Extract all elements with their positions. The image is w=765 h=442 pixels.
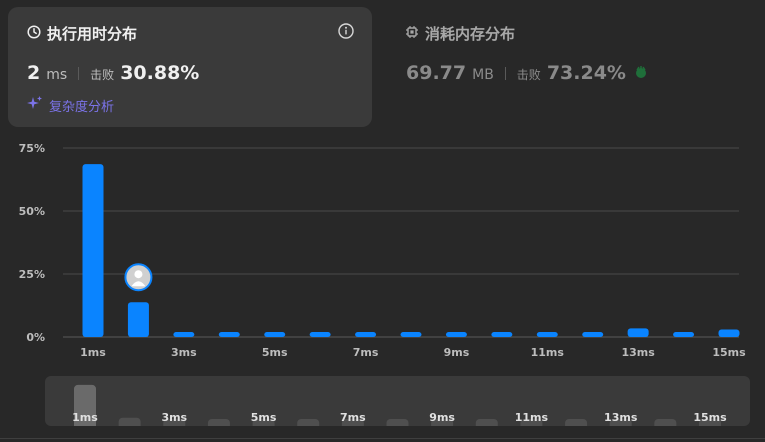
minimap-label: 11ms	[515, 411, 549, 424]
bar	[445, 331, 467, 337]
minimap-svg: 1ms 3ms 5ms 7ms 9ms 11ms 13ms 15ms	[72, 384, 727, 426]
runtime-unit: ms	[46, 67, 68, 83]
memory-unit: MB	[472, 67, 494, 83]
bar	[627, 328, 649, 337]
divider	[0, 438, 765, 439]
minimap-bar	[565, 419, 588, 426]
bar	[264, 331, 286, 337]
chip-icon	[405, 25, 419, 43]
x-tick-label: 3ms	[171, 346, 197, 359]
minimap-bar	[386, 419, 409, 426]
runtime-metric: 2 ms 击败 30.88%	[27, 62, 199, 84]
bar	[82, 164, 104, 337]
x-tick-label: 15ms	[712, 346, 746, 359]
memory-value: 69.77	[406, 62, 467, 84]
minimap-label: 15ms	[693, 411, 727, 424]
runtime-title-text: 执行用时分布	[47, 25, 138, 43]
x-tick-label: 5ms	[262, 346, 288, 359]
minimap-bar	[654, 419, 677, 426]
divider	[504, 66, 506, 80]
x-tick-label: 13ms	[621, 346, 655, 359]
minimap-bar	[475, 419, 498, 426]
bar	[400, 331, 422, 337]
minimap-bar	[207, 419, 230, 426]
clap-icon	[632, 64, 650, 83]
info-icon[interactable]	[338, 23, 354, 39]
clock-icon	[27, 24, 41, 43]
bar	[355, 331, 377, 337]
y-tick-label: 75%	[19, 142, 45, 155]
bar	[491, 331, 513, 337]
y-tick-label: 25%	[19, 268, 45, 281]
minimap-bar	[118, 417, 141, 426]
bar	[536, 331, 558, 337]
minimap-label: 3ms	[161, 411, 187, 424]
runtime-distribution-chart[interactable]: 75% 50% 25% 0% 1ms 3ms 5ms 7ms 9ms 11ms 13ms 15ms	[0, 140, 765, 365]
memory-beat-pct: 73.24%	[546, 62, 626, 84]
avatar-marker	[124, 263, 153, 292]
x-tick-label: 11ms	[531, 346, 565, 359]
bar	[218, 331, 240, 337]
minimap-bar	[297, 419, 320, 426]
avatar-head	[134, 270, 143, 279]
x-tick-label: 9ms	[444, 346, 470, 359]
divider	[78, 66, 80, 80]
x-tick-label: 1ms	[80, 346, 106, 359]
minimap-label: 7ms	[340, 411, 366, 424]
bar	[673, 331, 695, 337]
x-tick-label: 7ms	[353, 346, 379, 359]
runtime-title: 执行用时分布	[27, 23, 137, 44]
memory-metric: 69.77 MB 击败 73.24%	[406, 62, 650, 84]
complexity-analysis-link[interactable]: 复杂度分析	[27, 95, 114, 115]
memory-title-text: 消耗内存分布	[425, 25, 516, 43]
complexity-link-label: 复杂度分析	[49, 99, 115, 115]
runtime-value: 2	[27, 62, 41, 84]
bar	[582, 331, 604, 337]
runtime-beat-pct: 30.88%	[120, 62, 200, 84]
minimap-label: 1ms	[72, 411, 98, 424]
runtime-card[interactable]: 执行用时分布 2 ms 击败 30.88% 复杂度分析	[8, 7, 372, 127]
minimap-label: 13ms	[604, 411, 638, 424]
bar	[127, 302, 149, 337]
memory-title[interactable]: 消耗内存分布	[405, 23, 515, 44]
minimap-label: 9ms	[429, 411, 455, 424]
memory-beat-label: 击败	[516, 68, 541, 82]
bar	[173, 331, 195, 337]
bar	[309, 331, 331, 337]
bar	[718, 329, 740, 337]
sparkle-icon	[27, 95, 43, 115]
y-tick-label: 0%	[26, 331, 45, 344]
chart-svg: 75% 50% 25% 0% 1ms 3ms 5ms 7ms 9ms 11ms 13ms 15ms	[19, 142, 746, 359]
minimap-label: 5ms	[251, 411, 277, 424]
chart-range-minimap[interactable]: 1ms 3ms 5ms 7ms 9ms 11ms 13ms 15ms	[45, 376, 750, 426]
y-tick-label: 50%	[19, 205, 45, 218]
runtime-beat-label: 击败	[90, 68, 115, 82]
